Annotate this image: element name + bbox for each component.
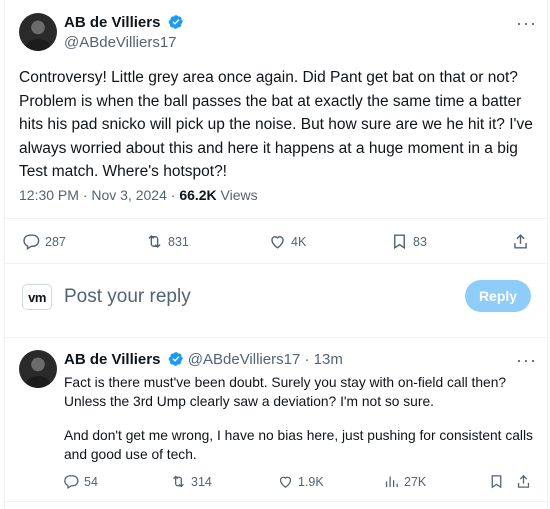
reply-author-avatar[interactable]: [19, 350, 57, 388]
reply-share-action[interactable]: [515, 473, 536, 490]
reply-author-name[interactable]: AB de Villiers: [64, 351, 160, 368]
bookmark-icon: [491, 475, 502, 489]
meta-divider: [5, 218, 548, 219]
tweet-text: Controversy! Little grey area once again…: [19, 69, 533, 180]
author-avatar[interactable]: [19, 13, 57, 51]
reply-like-action[interactable]: 1.9K: [277, 473, 324, 490]
reply-count: 287: [45, 234, 66, 249]
reply-more-options-icon[interactable]: ···: [516, 351, 537, 369]
author-name-row[interactable]: AB de Villiers: [64, 14, 184, 35]
more-options-icon[interactable]: ···: [516, 14, 537, 32]
repost-icon: [148, 234, 161, 249]
repost-icon: [173, 475, 184, 488]
reply-views-action[interactable]: 27K: [383, 473, 426, 490]
reply-input[interactable]: Post your reply: [64, 286, 191, 308]
reply-paragraph-1: Fact is there must've been doubt. Surely…: [64, 375, 507, 409]
tweet-timestamp[interactable]: 12:30 PM · Nov 3, 2024 ·: [19, 187, 179, 203]
author-handle[interactable]: @ABdeVilliers17: [64, 34, 177, 51]
author-name[interactable]: AB de Villiers: [64, 14, 160, 31]
reply-like-count: 1.9K: [298, 474, 324, 489]
reply-icon: [23, 234, 40, 250]
share-icon: [514, 234, 527, 249]
repost-action[interactable]: 831: [145, 232, 189, 251]
reply-age[interactable]: · 13m: [304, 351, 342, 368]
composer-divider: [5, 337, 548, 338]
reply-action[interactable]: 287: [22, 232, 66, 251]
repost-count: 831: [168, 234, 189, 249]
like-action[interactable]: 4K: [268, 232, 306, 251]
share-action[interactable]: [511, 232, 534, 251]
reply-verified-badge-icon: [168, 351, 184, 371]
reply-button[interactable]: Reply: [465, 280, 531, 312]
reply-repost-action[interactable]: 314: [170, 473, 212, 490]
like-count: 4K: [291, 234, 307, 249]
reply-bookmark-action[interactable]: [488, 473, 509, 490]
reply-repost-count: 314: [191, 474, 212, 489]
heart-icon: [279, 476, 292, 488]
bottom-divider: [5, 501, 548, 502]
tweet-meta: 12:30 PM · Nov 3, 2024 · 66.2K Views: [19, 187, 258, 203]
reply-icon: [64, 475, 79, 490]
bookmark-icon: [394, 234, 405, 250]
heart-icon: [271, 236, 284, 249]
views-count: 66.2K: [179, 187, 217, 203]
reply-reply-action[interactable]: 54: [63, 473, 98, 490]
views-chart-icon: [385, 476, 398, 488]
views-label: Views: [216, 187, 258, 203]
reply-reply-count: 54: [84, 474, 98, 489]
reply-author-handle[interactable]: @ABdeVilliers17: [188, 351, 301, 368]
verified-badge-icon: [168, 14, 184, 35]
user-logo[interactable]: vm: [22, 284, 52, 310]
actions-divider: [5, 263, 548, 264]
reply-views-count: 27K: [404, 474, 427, 489]
share-icon: [517, 474, 530, 488]
reply-header: AB de Villiers @ABdeVilliers17 · 13m: [64, 351, 343, 371]
bookmark-count: 83: [413, 234, 427, 249]
bookmark-action[interactable]: 83: [390, 232, 427, 251]
reply-paragraph-2: And don't get me wrong, I have no bias h…: [64, 428, 533, 462]
